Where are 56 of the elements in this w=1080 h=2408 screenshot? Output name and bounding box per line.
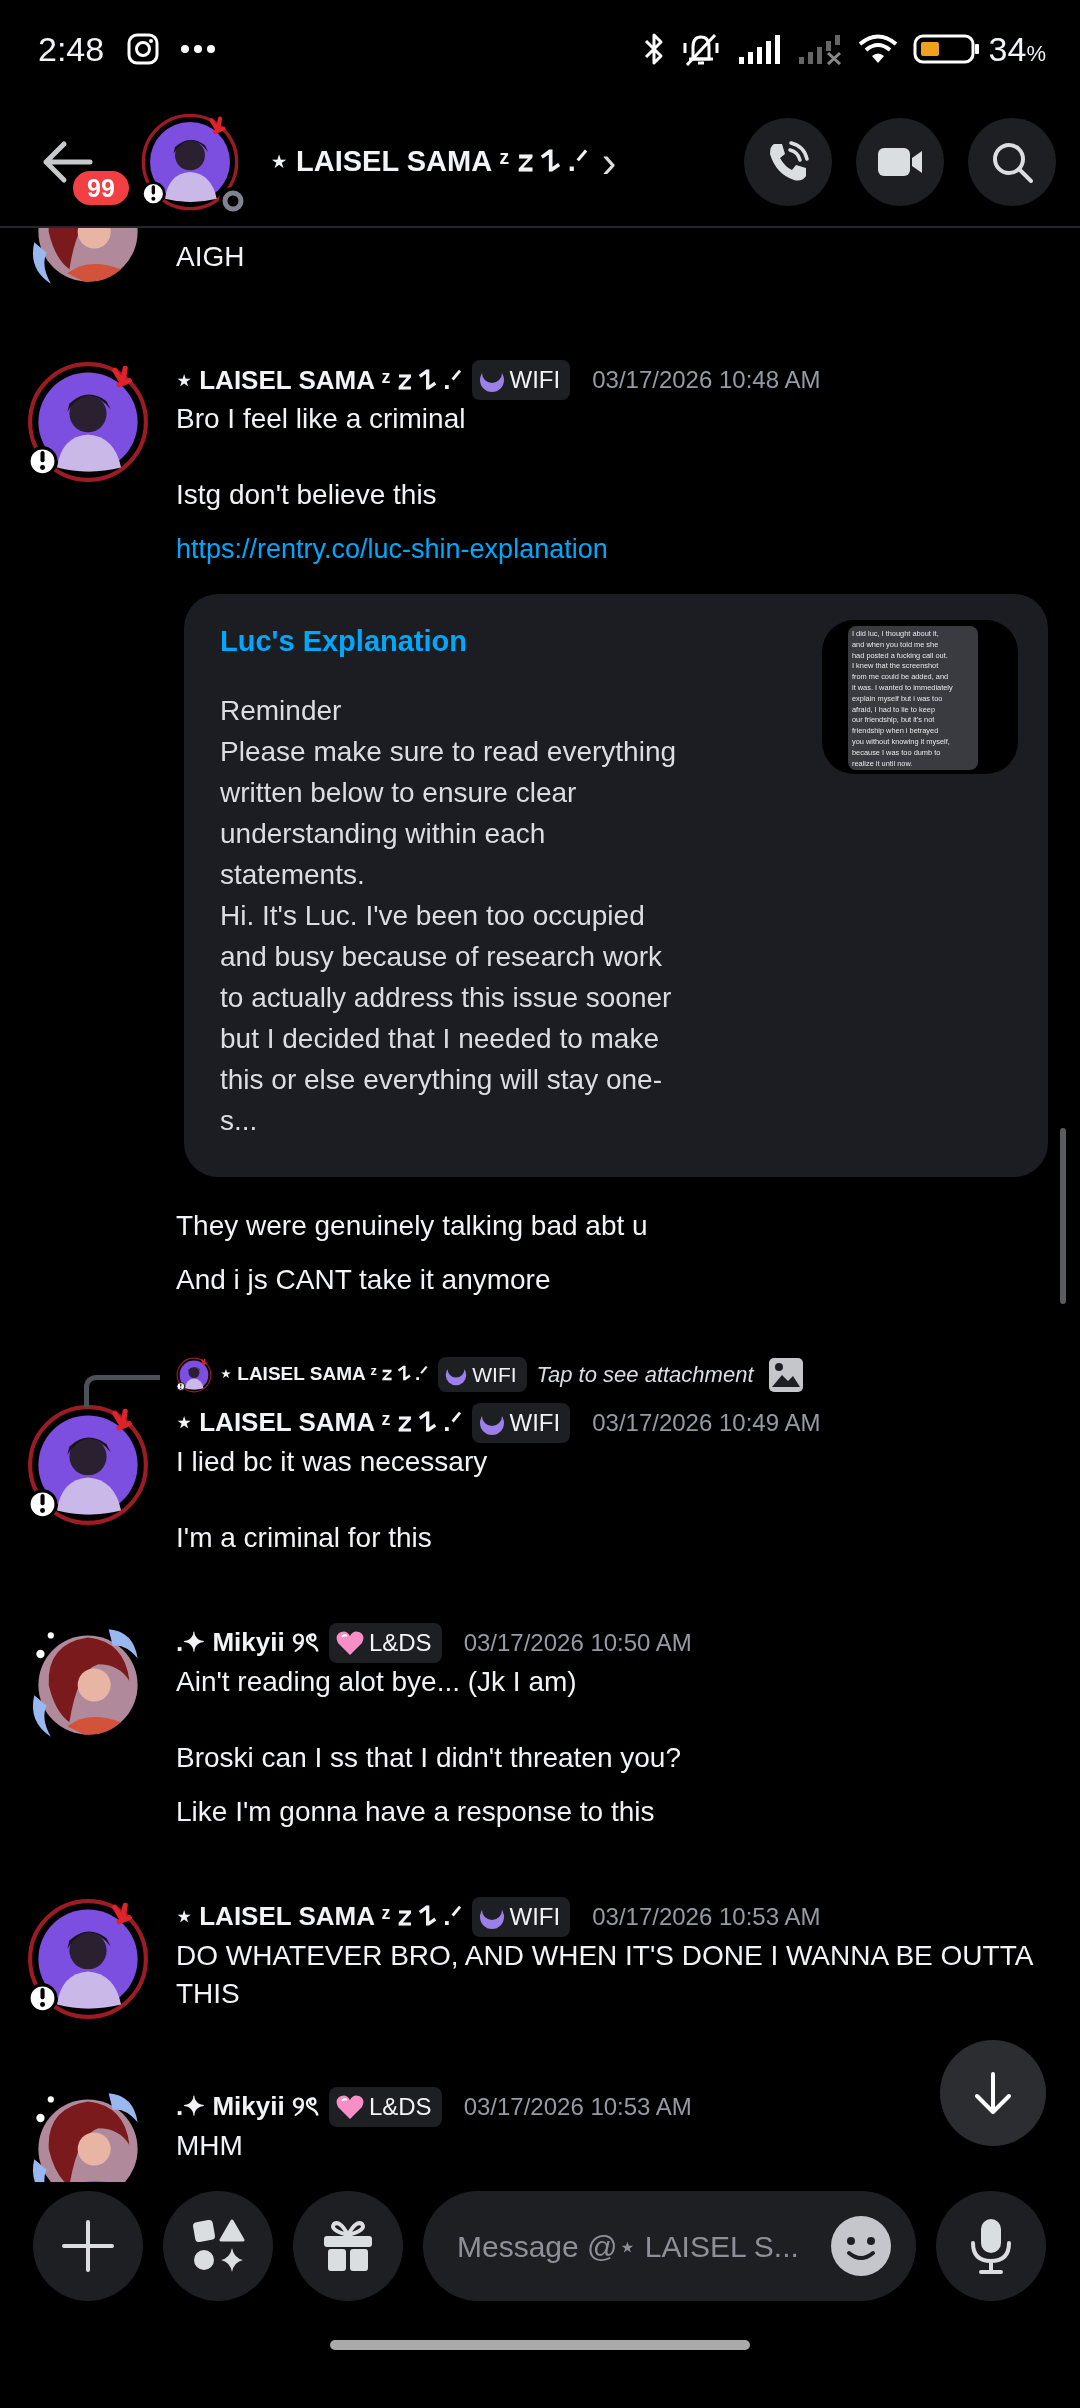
- server-tag: WIFI: [471, 360, 571, 400]
- embed-thumbnail[interactable]: [822, 620, 1018, 774]
- message-text: I lied bc it was necessary I'm a criminal for this: [176, 1444, 488, 1555]
- plus-icon: [60, 2218, 116, 2274]
- emoji-icon[interactable]: [830, 2215, 892, 2277]
- author-name: .✦ Mikyii ୨ৎ: [176, 2090, 319, 2123]
- author-name: ⋆ LAISEL SAMA ᶻ 𝗓 𐰁 .ᐟ: [176, 363, 462, 397]
- message-text: And i js CANT take it anymore: [176, 1262, 551, 1297]
- embed-title[interactable]: Luc's Explanation: [220, 620, 690, 664]
- reply-author: ⋆ LAISEL SAMA ᶻ 𝗓 𐰁 .ᐟ: [220, 1362, 429, 1387]
- message-text: Ain't reading alot bye... (Jk I am) Broski can I ss that I didn't threaten you?: [176, 1664, 681, 1775]
- author-name: ⋆ LAISEL SAMA ᶻ 𝗓 𐰁 .ᐟ: [176, 1900, 462, 1933]
- crescent-icon: [477, 1408, 506, 1437]
- message-text: They were genuinely talking bad abt u: [176, 1208, 648, 1243]
- clock-time: 2:48: [38, 28, 105, 70]
- message-field[interactable]: Message @⋆ LAISEL S...: [423, 2191, 916, 2301]
- embed-description: Reminder Please make sure to read everything written below to ensure clear understanding within each statements. Hi. It's Luc. I've been too occupied and busy because of research work to actually address this issue sooner but I decided that I needed to make this or else everything will stay one-s...: [220, 693, 678, 1138]
- timestamp: 03/17/2026 10:53 AM: [463, 2091, 692, 2122]
- author-name: .✦ Mikyii ୨ৎ: [176, 1626, 319, 1659]
- more-icon: [180, 44, 217, 54]
- author-name: ⋆ LAISEL SAMA ᶻ 𝗓 𐰁 .ᐟ: [176, 1406, 462, 1439]
- search-icon: [990, 140, 1034, 184]
- chevron-icon[interactable]: ›: [601, 140, 617, 184]
- server-tag: WIFI: [471, 1896, 571, 1937]
- battery-level: 34%: [988, 28, 1046, 70]
- message-text: Like I'm gonna have a response to this: [176, 1794, 655, 1829]
- timestamp: 03/17/2026 10:48 AM: [592, 365, 821, 395]
- message-text: AIGH: [176, 240, 245, 274]
- crescent-icon: [444, 1362, 469, 1387]
- crescent-icon: [477, 1902, 506, 1931]
- timestamp: 03/17/2026 10:50 AM: [463, 1627, 692, 1658]
- no-signal-icon: [796, 33, 843, 65]
- server-tag: WIFI: [471, 1402, 571, 1443]
- timestamp: 03/17/2026 10:53 AM: [592, 1901, 821, 1932]
- chat-title[interactable]: ⋆ LAISEL SAMA ᶻ 𝗓 𐰁 .ᐟ: [270, 140, 588, 184]
- down-arrow-icon: [973, 2071, 1013, 2115]
- timestamp: 03/17/2026 10:49 AM: [592, 1407, 821, 1438]
- battery-icon: [912, 33, 981, 65]
- message-text: Bro I feel like a criminal Istg don't believe this: [176, 402, 466, 512]
- reply-avatar: [176, 1356, 212, 1393]
- video-camera-icon: [876, 145, 924, 179]
- crescent-icon: [477, 366, 506, 394]
- image-icon: [767, 1356, 804, 1393]
- server-tag: L&DS: [328, 1622, 442, 1663]
- message-text: MHM: [176, 2128, 243, 2163]
- signal-icon: [736, 33, 783, 65]
- wifi-icon: [856, 33, 899, 65]
- unread-badge: 99: [70, 168, 132, 208]
- message-text: DO WHATEVER BRO, AND WHEN IT'S DONE I WANNA BE OUTTA THIS: [176, 1938, 1034, 2011]
- server-tag: WIFI: [438, 1356, 527, 1393]
- camera-app-icon: [126, 32, 161, 66]
- message-input[interactable]: Message @⋆ LAISEL S...: [455, 2222, 830, 2270]
- server-tag: L&DS: [328, 2086, 442, 2127]
- message-link[interactable]: https://rentry.co/luc-shin-explanation: [176, 530, 608, 568]
- reply-preview[interactable]: Tap to see attachment: [536, 1358, 754, 1391]
- bluetooth-icon: [642, 31, 665, 67]
